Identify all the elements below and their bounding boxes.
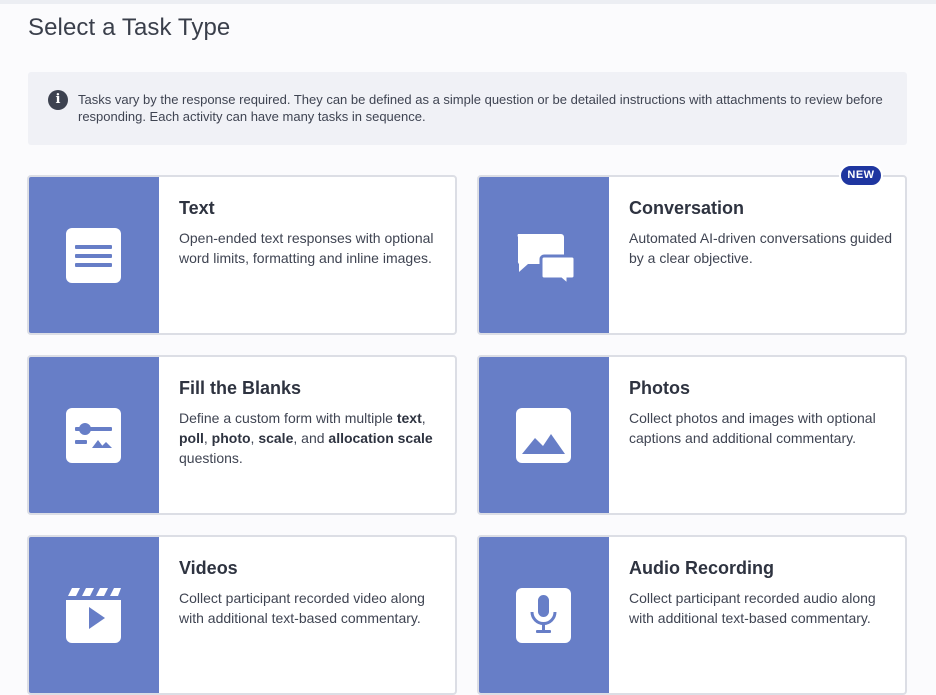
task-card-text[interactable]: Text Open-ended text responses with opti… [27,175,457,335]
card-title: Videos [179,558,238,578]
card-art [479,357,609,513]
card-title: Conversation [629,198,745,218]
card-description: Collect photos and images with optional … [629,410,876,446]
card-title: Text [179,198,215,218]
card-description: Collect participant recorded audio along… [629,590,876,626]
card-art [29,537,159,693]
task-card-audio-recording[interactable]: Audio Recording Collect participant reco… [477,535,907,695]
card-description: Automated AI-driven conversations guided… [629,230,893,266]
page-title: Select a Task Type [28,14,231,41]
text-lines-icon [66,228,121,283]
task-card-videos[interactable]: Videos Collect participant recorded vide… [27,535,457,695]
card-description: Define a custom form with multiple text,… [179,410,433,466]
info-text: Tasks vary by the response required. The… [78,92,883,124]
task-card-fill-the-blanks[interactable]: Fill the Blanks Define a custom form wit… [27,355,457,515]
microphone-icon [516,588,571,643]
top-divider [0,0,936,4]
card-title: Fill the Blanks [179,378,302,398]
card-art [479,177,609,333]
card-art [29,357,159,513]
task-card-photos[interactable]: Photos Collect photos and images with op… [477,355,907,515]
card-title: Audio Recording [629,558,774,578]
card-art [479,537,609,693]
image-icon [516,408,571,463]
form-fields-icon [66,408,121,463]
card-description: Collect participant recorded video along… [179,590,425,626]
card-description: Open-ended text responses with optional … [179,230,434,266]
card-title: Photos [629,378,690,398]
video-clapper-icon [66,588,121,643]
card-art [29,177,159,333]
chat-bubbles-icon [516,231,577,289]
task-card-conversation[interactable]: Conversation Automated AI-driven convers… [477,175,907,335]
new-badge: NEW [839,164,883,187]
info-banner: i Tasks vary by the response required. T… [28,72,907,145]
info-icon: i [48,90,68,110]
